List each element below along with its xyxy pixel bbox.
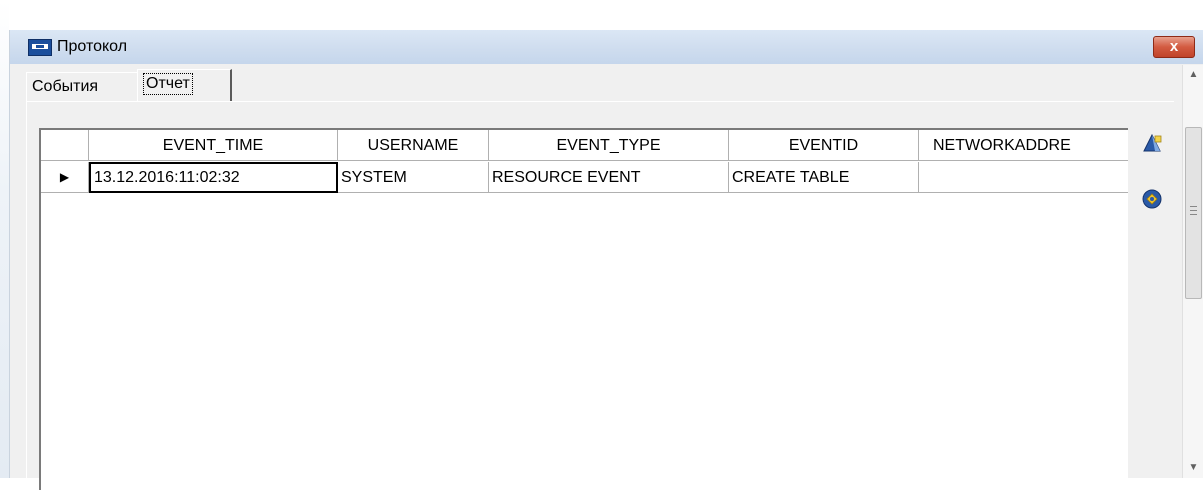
cell-event-type[interactable]: RESOURCE EVENT bbox=[489, 162, 729, 193]
scroll-up-arrow[interactable]: ▲ bbox=[1183, 65, 1203, 85]
report-icon bbox=[1143, 133, 1162, 152]
tab-report-label: Отчет bbox=[143, 73, 193, 95]
protocol-window: Протокол x События Отчет EVENT_TIME USER… bbox=[9, 30, 1203, 490]
column-header-event-time[interactable]: EVENT_TIME bbox=[89, 130, 338, 161]
app-icon bbox=[28, 39, 52, 56]
cell-username[interactable]: SYSTEM bbox=[338, 162, 489, 193]
column-header-username[interactable]: USERNAME bbox=[338, 130, 489, 161]
scroll-grip-icon bbox=[1190, 206, 1197, 215]
column-header-event-type[interactable]: EVENT_TYPE bbox=[489, 130, 729, 161]
scroll-thumb[interactable] bbox=[1185, 127, 1202, 299]
title-bar[interactable]: Протокол x bbox=[10, 30, 1203, 64]
cell-networkaddress[interactable] bbox=[919, 162, 1128, 193]
row-indicator-arrow: ▶ bbox=[41, 162, 89, 193]
refresh-button[interactable] bbox=[1135, 182, 1168, 215]
background-strip bbox=[0, 0, 9, 478]
tab-events[interactable]: События bbox=[26, 72, 145, 101]
column-header-eventid[interactable]: EVENTID bbox=[729, 130, 919, 161]
report-panel: EVENT_TIME USERNAME EVENT_TYPE EVENTID N… bbox=[26, 101, 1174, 490]
column-header-networkaddress[interactable]: NETWORKADDRE bbox=[919, 130, 1128, 161]
events-grid[interactable]: EVENT_TIME USERNAME EVENT_TYPE EVENTID N… bbox=[39, 128, 1128, 490]
cell-eventid[interactable]: CREATE TABLE bbox=[729, 162, 919, 193]
tab-events-label: События bbox=[32, 78, 99, 95]
close-button[interactable]: x bbox=[1153, 36, 1195, 58]
tab-report[interactable]: Отчет bbox=[137, 69, 232, 101]
refresh-icon bbox=[1142, 189, 1162, 209]
report-button[interactable] bbox=[1135, 126, 1168, 159]
scroll-down-arrow[interactable]: ▼ bbox=[1183, 458, 1203, 478]
row-indicator-header bbox=[41, 130, 89, 161]
vertical-scrollbar[interactable]: ▲ ▼ bbox=[1182, 65, 1203, 478]
window-title: Протокол bbox=[57, 38, 128, 55]
cell-event-time[interactable]: 13.12.2016:11:02:32 bbox=[89, 162, 338, 193]
